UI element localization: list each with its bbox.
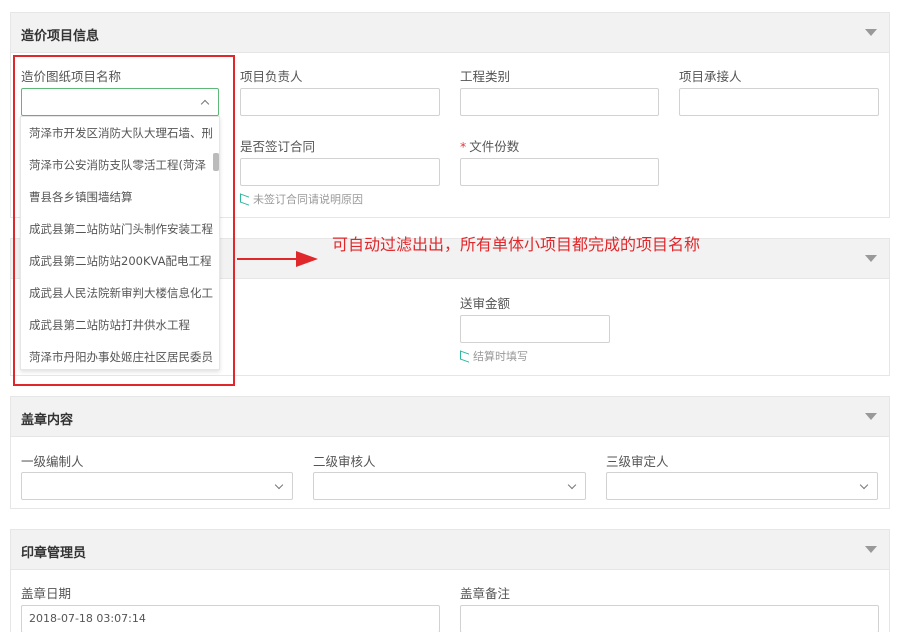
level1-label: 一级编制人 bbox=[21, 454, 84, 469]
level3-select[interactable] bbox=[606, 472, 878, 500]
seal-date-label: 盖章日期 bbox=[21, 586, 72, 601]
collapse-caret-icon[interactable] bbox=[865, 546, 877, 553]
highlight-box bbox=[13, 55, 235, 386]
seal-note-label: 盖章备注 bbox=[460, 586, 511, 601]
seal-date-value: 2018-07-18 03:07:14 bbox=[29, 612, 146, 625]
annotation-arrow-head bbox=[296, 251, 318, 267]
level3-label: 三级审定人 bbox=[606, 454, 669, 469]
panel-title: 造价项目信息 bbox=[21, 29, 100, 44]
contract-input[interactable] bbox=[240, 158, 440, 186]
chevron-down-icon bbox=[567, 480, 577, 490]
panel-header[interactable]: 造价项目信息 bbox=[11, 13, 889, 53]
level1-select[interactable] bbox=[21, 472, 293, 500]
panel-title: 印章管理员 bbox=[21, 546, 87, 561]
panel-header[interactable]: 盖章内容 bbox=[11, 397, 889, 437]
collapse-caret-icon[interactable] bbox=[865, 29, 877, 36]
panel-title: 盖章内容 bbox=[21, 413, 74, 428]
collapse-caret-icon[interactable] bbox=[865, 255, 877, 262]
submit-amount-input[interactable] bbox=[460, 315, 610, 343]
project-type-input[interactable] bbox=[460, 88, 659, 116]
annotation-text: 可自动过滤出出，所有单体小项目都完成的项目名称 bbox=[332, 235, 701, 254]
annotation-arrow bbox=[237, 258, 297, 260]
seal-note-input[interactable] bbox=[460, 605, 879, 632]
project-type-label: 工程类别 bbox=[460, 69, 511, 84]
undertaker-label: 项目承接人 bbox=[679, 69, 742, 84]
required-mark: * bbox=[460, 139, 467, 154]
collapse-caret-icon[interactable] bbox=[865, 413, 877, 420]
project-lead-label: 项目负责人 bbox=[240, 69, 303, 84]
level2-select[interactable] bbox=[313, 472, 586, 500]
doc-count-input[interactable] bbox=[460, 158, 659, 186]
undertaker-input[interactable] bbox=[679, 88, 879, 116]
doc-count-label: * 文件份数 bbox=[460, 139, 520, 154]
contract-hint: 未签订合同请说明原因 bbox=[240, 191, 363, 207]
level2-label: 二级审核人 bbox=[313, 454, 376, 469]
flag-icon bbox=[240, 193, 249, 206]
submit-hint: 结算时填写 bbox=[460, 348, 528, 364]
panel-header[interactable]: 印章管理员 bbox=[11, 530, 889, 570]
chevron-down-icon bbox=[859, 480, 869, 490]
chevron-down-icon bbox=[274, 480, 284, 490]
flag-icon bbox=[460, 350, 469, 363]
submit-amount-label: 送审金额 bbox=[460, 296, 511, 311]
seal-date-input[interactable]: 2018-07-18 03:07:14 bbox=[21, 605, 440, 632]
contract-label: 是否签订合同 bbox=[240, 139, 316, 154]
project-lead-input[interactable] bbox=[240, 88, 440, 116]
